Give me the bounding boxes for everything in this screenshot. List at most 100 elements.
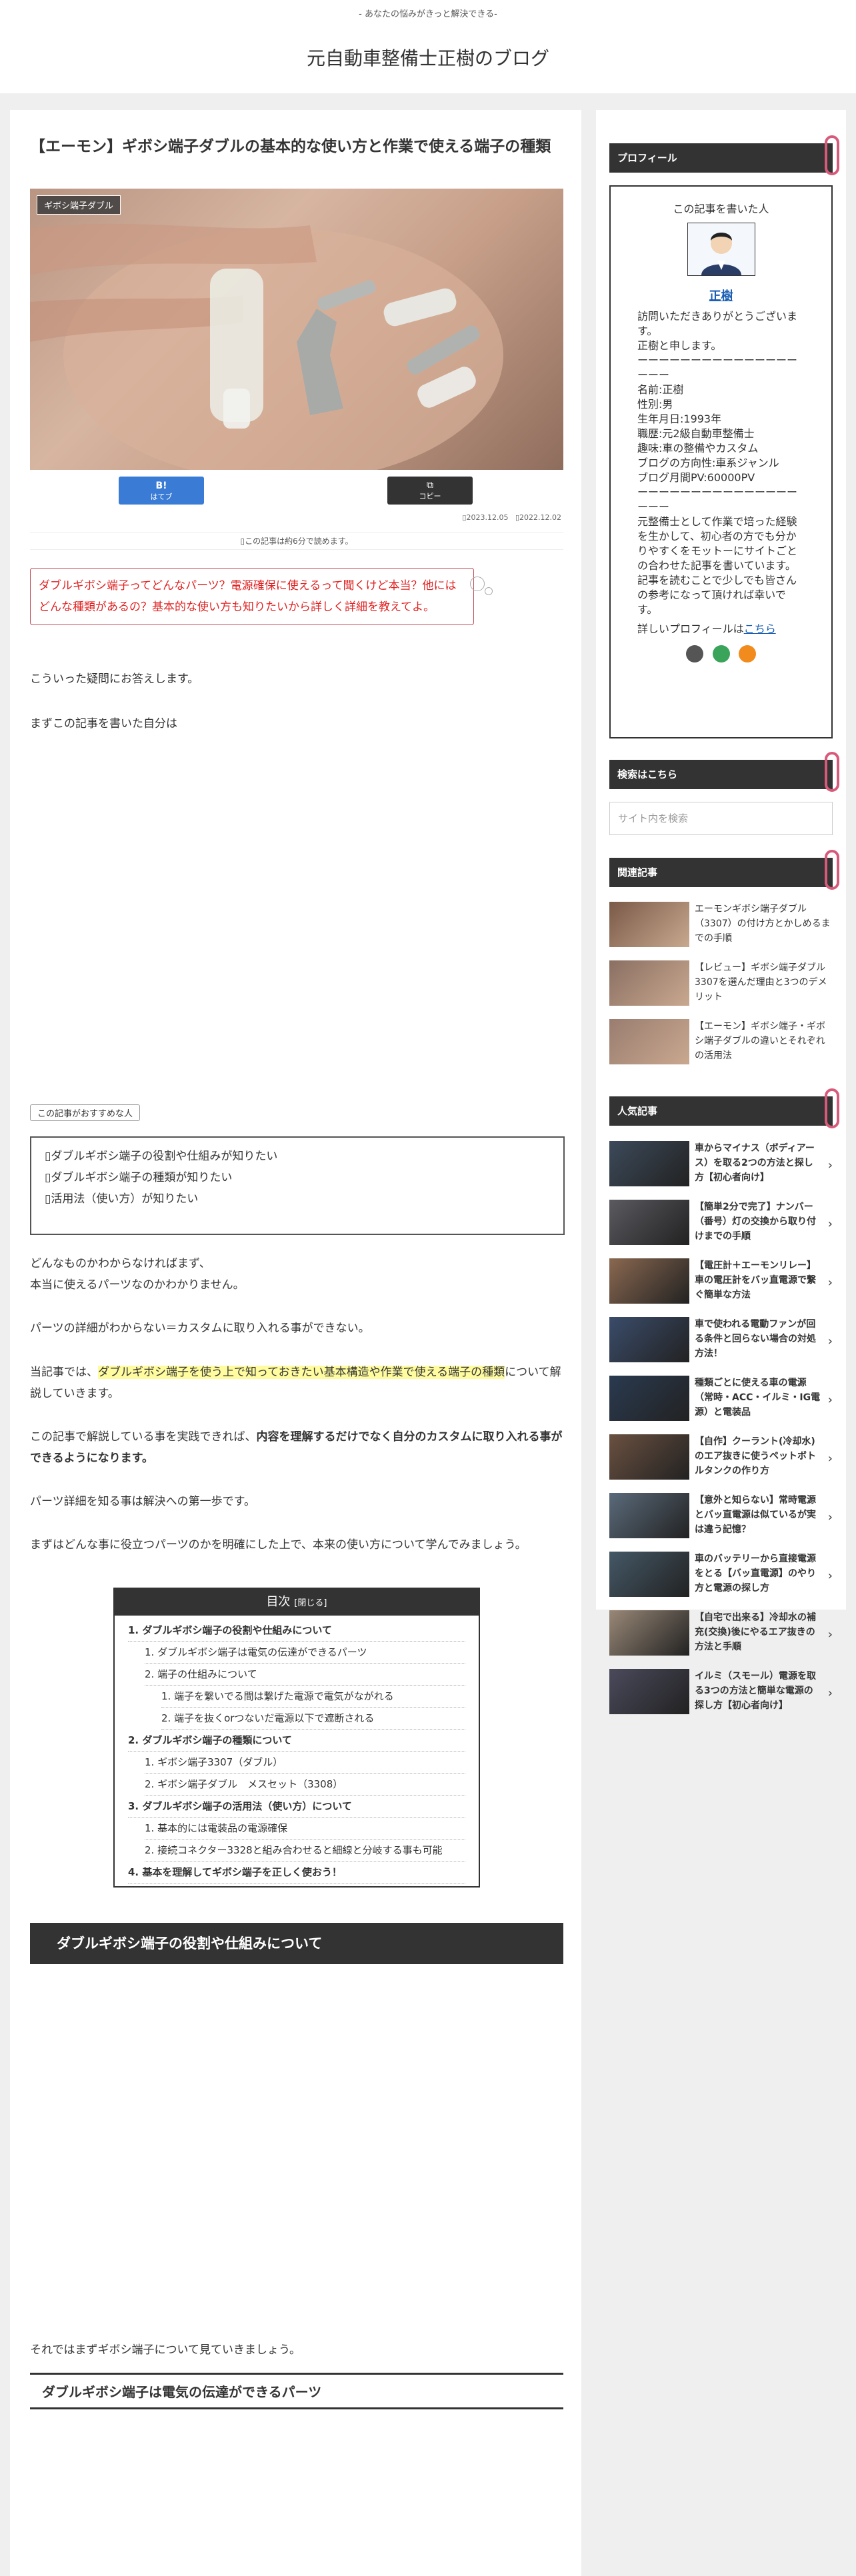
chevron-right-icon: ›: [827, 1686, 833, 1700]
related-title: エーモンギボシ端子ダブル（3307）の付け方とかしめるまでの手順: [695, 904, 831, 944]
popular-heading-text: 人気記事: [617, 1105, 658, 1117]
profile-line: 生年月日:1993年: [637, 413, 722, 425]
hatena-label: はてブ: [150, 493, 173, 501]
chevron-right-icon: ›: [827, 1276, 833, 1290]
popular-article[interactable]: 【簡単2分で完了】ナンバー（番号）灯の交換から取り付けまでの手順 ›: [609, 1200, 833, 1253]
chevron-right-icon: ›: [827, 1393, 833, 1407]
search-heading: 検索はこちら: [609, 752, 839, 792]
related-thumbnail: [609, 960, 689, 1006]
toc-item[interactable]: 2. 端子の仕組みについて: [145, 1664, 465, 1686]
paragraph: それではまずギボシ端子について見ていきましょう。: [30, 2343, 301, 2357]
sidebar: プロフィール この記事を書いた人 正樹 訪問いただきありがとうございます。 正樹と…: [596, 110, 846, 1714]
copy-icon: ⧉: [427, 480, 433, 491]
profile-line: 元整備士として作業で培った経験を生かして、初心者の方でも分かりやすくをモットーに…: [637, 515, 798, 572]
recommend-item: ▯ダブルギボシ端子の役割や仕組みが知りたい: [45, 1150, 278, 1163]
related-article[interactable]: エーモンギボシ端子ダブル（3307）の付け方とかしめるまでの手順: [609, 902, 833, 955]
related-title: 【エーモン】ギボシ端子・ギボシ端子ダブルの違いとそれぞれの活用法: [695, 1021, 825, 1061]
hatena-share-button[interactable]: B! はてブ: [119, 477, 204, 505]
related-thumbnail: [609, 902, 689, 947]
profile-heading-text: プロフィール: [617, 152, 677, 164]
popular-article[interactable]: イルミ（スモール）電源を取る3つの方法と簡単な電源の探し方【初心者向け】 ›: [609, 1669, 833, 1722]
profile-heading: プロフィール: [609, 135, 839, 175]
toc-item[interactable]: 1. 基本的には電装品の電源確保: [145, 1818, 465, 1840]
profile-line: ブログの方向性:車系ジャンル: [637, 457, 779, 469]
profile-line: 訪問いただきありがとうございます。: [637, 310, 798, 337]
speech-bubble: ダブルギボシ端子ってどんなパーツ？電源確保に使えるって聞くけど本当？他にはどんな…: [30, 568, 474, 625]
search-heading-text: 検索はこちら: [617, 768, 678, 780]
paragraph: この記事で解説している事を実践できれば、内容を理解するだけでなく自分のカスタムに…: [30, 1426, 563, 1469]
subsection-heading: ダブルギボシ端子は電気の伝達ができるパーツ: [30, 2373, 563, 2409]
category-label[interactable]: ギボシ端子ダブル: [37, 195, 121, 215]
copy-label: コピー: [419, 492, 441, 501]
popular-thumbnail: [609, 1317, 689, 1362]
toc-item[interactable]: 1. ダブルギボシ端子の役割や仕組みについて: [128, 1620, 465, 1642]
post-dates: ▯2023.12.05 ▯2022.12.02: [462, 513, 561, 522]
site-tagline: - あなたの悩みがきっと解決できる-: [359, 9, 497, 19]
popular-article[interactable]: 【電圧計＋エーモンリレー】車の電圧計をバッ直電源で繋ぐ簡単な方法 ›: [609, 1258, 833, 1312]
paragraph-text: この記事で解説している事を実践できれば、: [30, 1430, 257, 1444]
paperclip-icon: [825, 752, 839, 792]
rss-icon[interactable]: [738, 645, 756, 662]
popular-title: 種類ごとに使える車の電源（常時・ACC・イルミ・IG電源）と電装品: [695, 1378, 821, 1418]
popular-title: 車で使われる電動ファンが回る条件と回らない場合の対処方法！: [695, 1319, 816, 1359]
popular-thumbnail: [609, 1141, 689, 1186]
date-updated: ▯2023.12.05: [462, 513, 509, 522]
profile-name-link[interactable]: 正樹: [611, 287, 831, 304]
paragraph: パーツの詳細がわからない＝カスタムに取り入れる事ができない。: [30, 1322, 370, 1335]
hatena-icon: B!: [155, 481, 167, 491]
popular-article[interactable]: 【自宅で出来る】冷却水の補充(交換)後にやるエア抜きの方法と手順 ›: [609, 1610, 833, 1664]
paragraph: まずはどんな事に役立つパーツのかを明確にした上で、本来の使い方について学んでみま…: [30, 1538, 527, 1552]
read-time: ▯この記事は約6分で読めます。: [30, 532, 563, 550]
popular-title: 【自宅で出来る】冷却水の補充(交換)後にやるエア抜きの方法と手順: [695, 1612, 816, 1652]
table-of-contents: 目次 [閉じる] 1. ダブルギボシ端子の役割や仕組みについて 1. ダブルギボシ…: [113, 1588, 480, 1888]
search-input[interactable]: サイト内を検索: [609, 802, 833, 835]
profile-written-by: この記事を書いた人: [673, 203, 769, 215]
toc-item[interactable]: 3. ダブルギボシ端子の活用法（使い方）について: [128, 1796, 465, 1818]
chevron-right-icon: ›: [827, 1217, 833, 1231]
paragraph: 当記事では、ダブルギボシ端子を使う上で知っておきたい基本構造や作業で使える端子の…: [30, 1362, 563, 1404]
paragraph-line: どんなものかわからなければまず、: [30, 1257, 211, 1270]
toc-item[interactable]: 1. ギボシ端子3307（ダブル）: [145, 1752, 465, 1774]
avatar: [687, 223, 755, 276]
paperclip-icon: [825, 1088, 839, 1128]
related-heading-text: 関連記事: [617, 866, 658, 878]
paragraph-text: 当記事では、: [30, 1366, 98, 1379]
feedly-icon[interactable]: [712, 645, 730, 662]
toc-item[interactable]: 1. ダブルギボシ端子は電気の伝達ができるパーツ: [145, 1642, 465, 1664]
popular-thumbnail: [609, 1493, 689, 1538]
related-heading: 関連記事: [609, 850, 839, 890]
popular-article[interactable]: 種類ごとに使える車の電源（常時・ACC・イルミ・IG電源）と電装品 ›: [609, 1376, 833, 1429]
toc-item[interactable]: 4. 基本を理解してギボシ端子を正しく使おう！: [128, 1862, 465, 1884]
related-article[interactable]: 【エーモン】ギボシ端子・ギボシ端子ダブルの違いとそれぞれの活用法: [609, 1019, 833, 1072]
popular-article[interactable]: 車からマイナス（ボディアース）を取る2つの方法と探し方【初心者向け】 ›: [609, 1141, 833, 1194]
site-header: - あなたの悩みがきっと解決できる- 元自動車整備士正樹のブログ: [0, 0, 856, 93]
toc-item[interactable]: 2. ギボシ端子ダブル メスセット（3308）: [145, 1774, 465, 1796]
popular-title: イルミ（スモール）電源を取る3つの方法と簡単な電源の探し方【初心者向け】: [695, 1671, 816, 1711]
toc-item[interactable]: 2. 接続コネクター3328と組み合わせると細線と分岐する事も可能: [145, 1840, 465, 1862]
toc-item[interactable]: 2. 端子を抜くorつないだ電源以下で遮断される: [161, 1708, 465, 1730]
related-article[interactable]: 【レビュー】ギボシ端子ダブル3307を選んだ理由と3つのデメリット: [609, 960, 833, 1014]
site-title[interactable]: 元自動車整備士正樹のブログ: [0, 44, 856, 71]
popular-title: 【自作】クーラント(冷却水)のエア抜きに使うペットボトルタンクの作り方: [695, 1436, 816, 1476]
toc-title: 目次: [266, 1595, 291, 1609]
popular-article[interactable]: 【意外と知らない】常時電源とバッ直電源は似ているが実は違う記憶？ ›: [609, 1493, 833, 1546]
profile-box: この記事を書いた人 正樹 訪問いただきありがとうございます。 正樹と申します。 ーー…: [609, 185, 833, 738]
section-heading: ダブルギボシ端子の役割や仕組みについて: [30, 1923, 563, 1964]
popular-article[interactable]: 【自作】クーラント(冷却水)のエア抜きに使うペットボトルタンクの作り方 ›: [609, 1434, 833, 1488]
paperclip-icon: [825, 135, 839, 175]
toc-item[interactable]: 2. ダブルギボシ端子の種類について: [128, 1730, 465, 1752]
profile-more-link[interactable]: こちら: [744, 623, 776, 635]
related-thumbnail: [609, 1019, 689, 1064]
toc-toggle[interactable]: [閉じる]: [294, 1598, 327, 1608]
paragraph-line: 本当に使えるパーツなのかわかりません。: [30, 1278, 245, 1292]
toc-list: 1. ダブルギボシ端子の役割や仕組みについて 1. ダブルギボシ端子は電気の伝達が…: [115, 1616, 479, 1886]
popular-thumbnail: [609, 1258, 689, 1304]
popular-article[interactable]: 車のバッテリーから直接電源をとる【バッ直電源】のやり方と電源の探し方 ›: [609, 1552, 833, 1605]
copy-button[interactable]: ⧉ コピー: [387, 477, 473, 505]
toc-item[interactable]: 1. 端子を繋いでる間は繋げた電源で電気がながれる: [161, 1686, 465, 1708]
chevron-right-icon: ›: [827, 1334, 833, 1348]
hand-with-terminals-illustration: [30, 223, 503, 470]
home-icon[interactable]: [686, 645, 704, 662]
popular-article[interactable]: 車で使われる電動ファンが回る条件と回らない場合の対処方法！ ›: [609, 1317, 833, 1370]
profile-line: ーーーーーーーーーーーーーーーーーー: [637, 486, 798, 513]
